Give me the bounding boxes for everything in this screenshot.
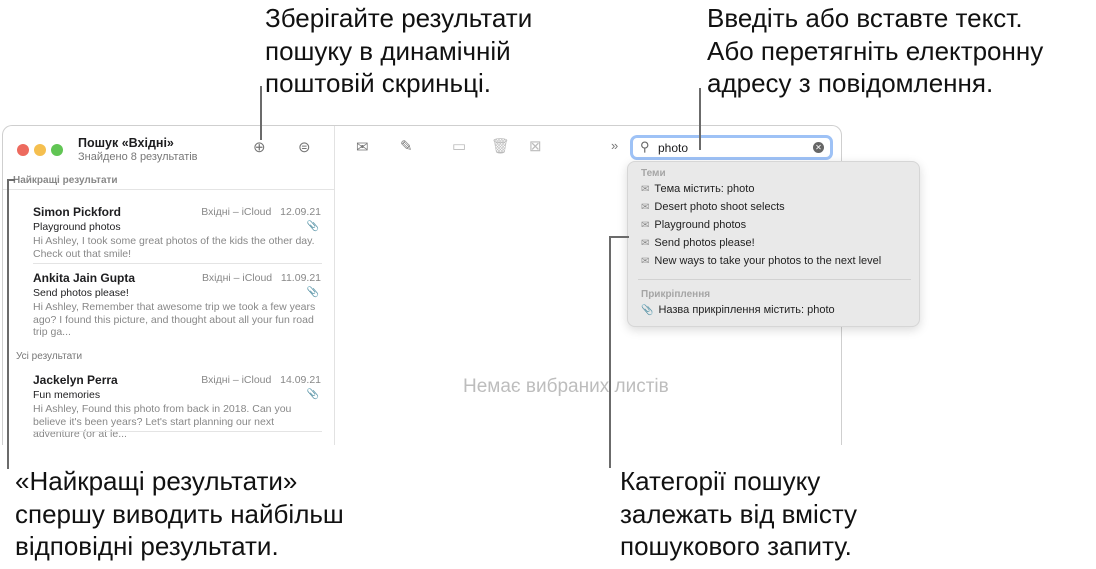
window-title: Пошук «Вхідні» bbox=[78, 136, 174, 150]
envelope-icon: ✉ bbox=[641, 220, 650, 231]
divider bbox=[638, 279, 911, 280]
callout-search-categories: Категорії пошуку залежать від вмісту пош… bbox=[620, 466, 858, 561]
callout-line bbox=[260, 86, 262, 140]
envelope-icon: ✉ bbox=[641, 184, 650, 195]
envelope-icon: ✉ bbox=[641, 256, 650, 267]
attachment-icon: 📎 bbox=[306, 389, 319, 400]
section-top-hits: Найкращі результати bbox=[13, 175, 118, 186]
search-input[interactable]: photo bbox=[658, 141, 688, 155]
envelope-icon: ✉ bbox=[641, 238, 650, 249]
filter-icon[interactable]: ⊜ bbox=[298, 138, 311, 156]
attachment-icon: 📎 bbox=[306, 287, 319, 298]
callout-line bbox=[7, 179, 15, 181]
suggestion-item[interactable]: 📎 Назва прикріплення містить: photo bbox=[641, 304, 835, 316]
suggestion-item[interactable]: ✉ Desert photo shoot selects bbox=[641, 201, 785, 213]
divider bbox=[33, 263, 322, 264]
close-button[interactable] bbox=[17, 144, 29, 156]
result-count: Знайдено 8 результатів bbox=[78, 151, 198, 163]
divider bbox=[33, 431, 322, 432]
add-smart-mailbox-icon[interactable]: ⊕ bbox=[253, 138, 266, 156]
message-item[interactable]: Ankita Jain Gupta Вхідні – iCloud 11.09.… bbox=[33, 271, 321, 341]
message-item[interactable]: Jackelyn Perra Вхідні – iCloud 14.09.21 … bbox=[33, 373, 321, 443]
zoom-button[interactable] bbox=[51, 144, 63, 156]
callout-line bbox=[609, 236, 611, 468]
divider bbox=[3, 189, 334, 190]
attachment-icon: 📎 bbox=[306, 221, 319, 232]
search-icon: ⚲ bbox=[640, 139, 650, 154]
envelope-icon: ✉ bbox=[641, 202, 650, 213]
message-item[interactable]: Simon Pickford Вхідні – iCloud 12.09.21 … bbox=[33, 205, 321, 275]
search-field[interactable]: ⚲ photo ✕ bbox=[630, 135, 833, 160]
callout-line bbox=[609, 236, 629, 238]
search-suggestions: Теми ✉ Тема містить: photo ✉ Desert photo … bbox=[627, 161, 920, 327]
callout-line bbox=[7, 179, 9, 469]
message-list: Пошук «Вхідні» Знайдено 8 результатів ⊕ … bbox=[3, 126, 335, 445]
callout-top-hits: «Найкращі результати» спершу виводить на… bbox=[15, 466, 344, 561]
suggestion-item[interactable]: ✉ New ways to take your photos to the nex… bbox=[641, 255, 881, 267]
suggestion-item[interactable]: ✉ Playground photos bbox=[641, 219, 746, 231]
clear-search-icon[interactable]: ✕ bbox=[813, 142, 824, 153]
minimize-button[interactable] bbox=[34, 144, 46, 156]
archive-icon[interactable]: ▭ bbox=[452, 137, 466, 155]
get-mail-icon[interactable]: ✉ bbox=[356, 138, 369, 156]
callout-line bbox=[699, 88, 701, 150]
no-message-selected: Немає вибраних листів bbox=[463, 376, 669, 397]
paperclip-icon: 📎 bbox=[641, 305, 654, 316]
junk-icon[interactable]: ⊠ bbox=[529, 137, 542, 155]
trash-icon[interactable]: 🗑 bbox=[491, 137, 510, 155]
callout-search-field: Введіть або вставте текст. Або перетягні… bbox=[707, 3, 1044, 98]
compose-icon[interactable]: ✎ bbox=[400, 137, 413, 155]
section-all-results: Усі результати bbox=[16, 351, 83, 362]
more-icon[interactable]: » bbox=[611, 138, 618, 153]
callout-smart-mailbox: Зберігайте результати пошуку в динамічні… bbox=[265, 3, 533, 98]
suggestion-item[interactable]: ✉ Тема містить: photo bbox=[641, 183, 754, 195]
suggestion-item[interactable]: ✉ Send photos please! bbox=[641, 237, 755, 249]
